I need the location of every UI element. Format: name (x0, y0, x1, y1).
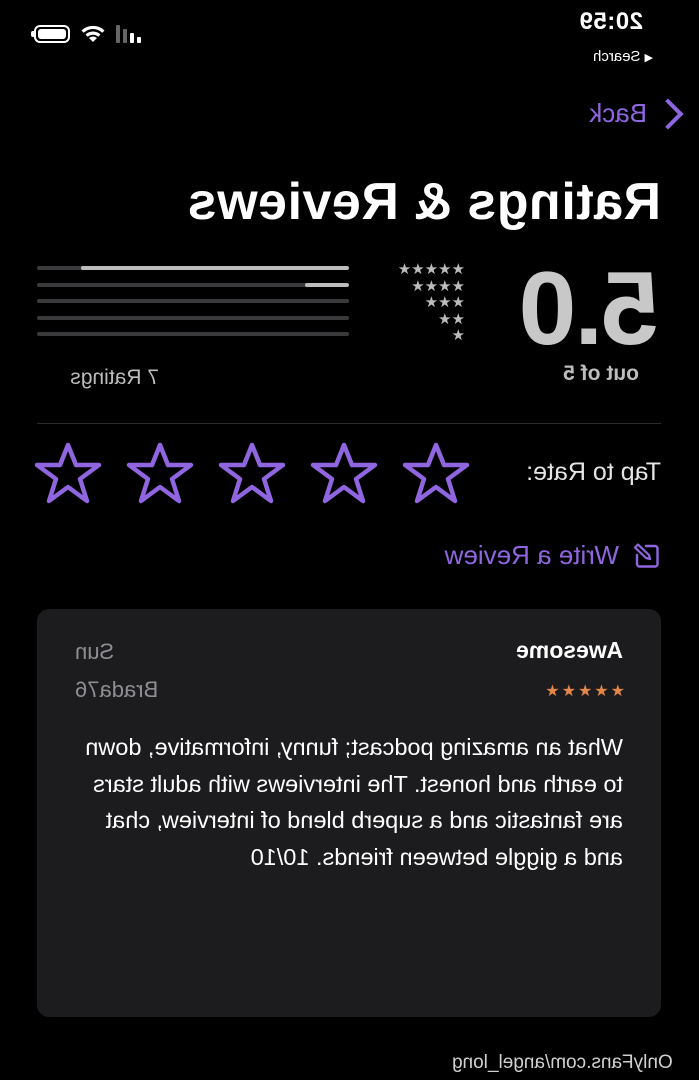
average-score: 5.0 (520, 251, 659, 367)
back-to-app-label: Search (593, 48, 641, 65)
divider (37, 423, 661, 424)
score-out-of: out of 5 (563, 362, 639, 385)
write-review-label: Write a Review (444, 540, 619, 570)
rate-star-3-icon[interactable] (217, 442, 287, 504)
star-row-4: ★★★★ (411, 277, 465, 295)
review-star-icon: ★ (610, 683, 625, 700)
watermark: OnlyFans.com/angel_long (452, 1052, 673, 1073)
star-row-1: ★ (451, 327, 465, 344)
distribution-bar-fill (305, 282, 349, 287)
distribution-bar-4 (37, 282, 349, 287)
back-triangle-icon: ◀ (644, 52, 653, 64)
rate-star-5-icon[interactable] (33, 442, 103, 504)
review-rating-stars: ★ ★ ★ ★ ★ (545, 681, 625, 701)
screen: 20:59 ◀Search Back Ratings & Reviews 5.0… (0, 0, 699, 1080)
star-row-2: ★★ (438, 310, 465, 328)
status-icons (34, 24, 141, 44)
distribution-bar-2 (37, 315, 349, 320)
review-author: Brada76 (75, 677, 159, 702)
rating-distribution-bars (37, 266, 349, 349)
review-star-icon: ★ (561, 683, 576, 700)
back-to-app-link[interactable]: ◀Search (593, 48, 653, 65)
review-star-icon: ★ (577, 683, 593, 700)
rate-star-4-icon[interactable] (125, 442, 195, 504)
cellular-signal-icon (116, 25, 141, 43)
back-button-label: Back (589, 98, 647, 128)
back-button[interactable]: Back (589, 97, 685, 130)
status-time: 20:59 (579, 8, 643, 35)
page-title: Ratings & Reviews (187, 173, 661, 231)
rate-star-1-icon[interactable] (401, 442, 471, 504)
distribution-bar-3 (37, 299, 349, 303)
tap-to-rate-label: Tap to Rate: (526, 458, 661, 486)
review-body: What an amazing podcast; funny, informat… (85, 734, 623, 870)
review-star-icon: ★ (594, 683, 609, 700)
ratings-count: 7 Ratings (70, 366, 159, 389)
review-card[interactable]: Awesome Sun ★ ★ ★ ★ ★ Brada76 What an amazin… (37, 609, 661, 1017)
star-level-labels: ★★★★★ ★★★★ ★★★ ★★ ★ (370, 261, 465, 345)
review-star-icon: ★ (545, 683, 560, 700)
distribution-bar-fill (80, 266, 349, 270)
review-title: Awesome (516, 637, 623, 663)
chevron-left-icon (652, 97, 684, 130)
rate-star-2-icon[interactable] (309, 442, 379, 504)
star-row-3: ★★★ (424, 294, 465, 311)
star-row-5: ★★★★★ (397, 261, 465, 278)
tap-to-rate-stars (33, 442, 471, 504)
battery-icon (34, 25, 70, 43)
write-review-button[interactable]: Write a Review (445, 540, 661, 571)
distribution-bar-5 (37, 266, 349, 270)
compose-icon (633, 542, 659, 568)
wifi-icon (81, 25, 105, 42)
distribution-bar-1 (37, 332, 349, 336)
review-date: Sun (75, 639, 115, 664)
